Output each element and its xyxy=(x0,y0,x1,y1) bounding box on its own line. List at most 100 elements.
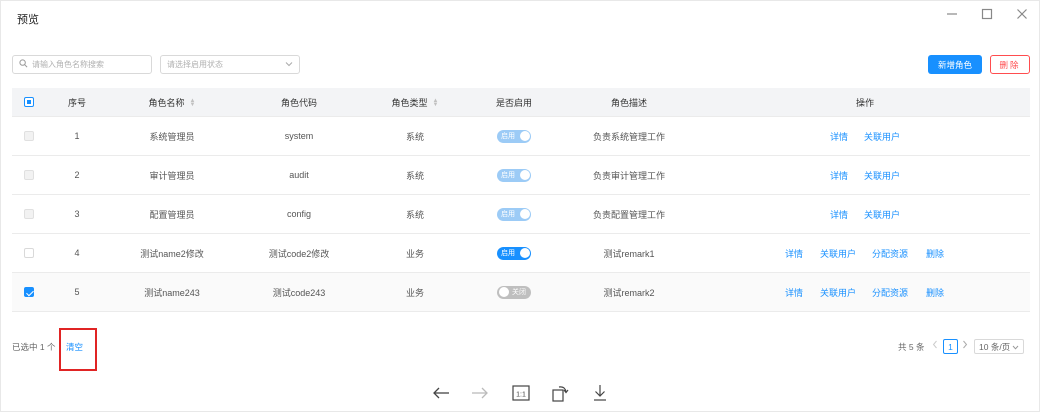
assign-resource-link[interactable]: 分配资源 xyxy=(872,286,908,299)
header-type-label: 角色类型 xyxy=(391,97,428,108)
row-checkbox[interactable] xyxy=(24,248,34,258)
row-code: 测试code243 xyxy=(272,287,326,298)
header-name-label: 角色名称 xyxy=(148,97,185,108)
switch-label: 启用 xyxy=(501,172,515,179)
table-row: 2 审计管理员 audit 系统 启用 负责审计管理工作 详情 关联用户 xyxy=(12,156,1030,195)
enabled-switch[interactable]: 关闭 xyxy=(497,285,531,299)
link-user-link[interactable]: 关联用户 xyxy=(820,247,856,260)
arrow-right-icon[interactable] xyxy=(470,383,490,403)
detail-link[interactable]: 详情 xyxy=(785,286,803,299)
row-index: 4 xyxy=(74,248,80,258)
header-enabled: 是否启用 xyxy=(495,97,533,108)
row-checkbox[interactable] xyxy=(24,131,34,141)
header-index: 序号 xyxy=(67,97,87,108)
link-user-link[interactable]: 关联用户 xyxy=(820,286,856,299)
highlight-box xyxy=(59,328,97,371)
table-row: 5 测试name243 测试code243 业务 关闭 测试remark2 详情… xyxy=(12,273,1030,312)
sort-icon[interactable]: ▲ ▼ xyxy=(190,98,196,108)
detail-link[interactable]: 详情 xyxy=(830,169,848,182)
row-code: 测试code2修改 xyxy=(268,248,330,259)
table-row: 4 测试name2修改 测试code2修改 业务 启用 测试remark1 详情… xyxy=(12,234,1030,273)
row-name: 审计管理员 xyxy=(149,170,195,181)
header-desc: 角色描述 xyxy=(610,97,648,108)
row-checkbox[interactable] xyxy=(24,287,34,297)
link-user-link[interactable]: 关联用户 xyxy=(864,130,900,143)
chevron-right-icon[interactable] xyxy=(962,340,968,351)
select-all-checkbox[interactable] xyxy=(24,97,34,107)
arrow-left-icon[interactable] xyxy=(431,383,451,403)
selected-count: 已选中 1 个 xyxy=(12,342,56,352)
row-desc: 测试remark1 xyxy=(603,248,655,259)
enabled-switch[interactable]: 启用 xyxy=(497,168,531,182)
switch-label: 启用 xyxy=(501,211,515,218)
detail-link[interactable]: 详情 xyxy=(785,247,803,260)
page-size-value: 10 条/页 xyxy=(979,341,1011,352)
row-type: 业务 xyxy=(405,287,425,298)
row-delete-link[interactable]: 删除 xyxy=(926,247,944,260)
row-code: config xyxy=(286,209,312,219)
row-desc: 负责审计管理工作 xyxy=(592,170,666,181)
header-type[interactable]: 角色类型 ▲ ▼ xyxy=(392,96,439,109)
actual-size-icon[interactable]: 1:1 xyxy=(511,383,531,403)
row-checkbox[interactable] xyxy=(24,170,34,180)
table-row: 3 配置管理员 config 系统 启用 负责配置管理工作 详情 关联用户 xyxy=(12,195,1030,234)
close-icon[interactable] xyxy=(1013,6,1031,22)
link-user-link[interactable]: 关联用户 xyxy=(864,169,900,182)
status-select[interactable]: 请选择启用状态 xyxy=(160,55,300,74)
switch-label: 启用 xyxy=(501,133,515,140)
row-type: 业务 xyxy=(405,248,425,259)
row-type: 系统 xyxy=(405,131,425,142)
row-index: 3 xyxy=(74,209,80,219)
enabled-switch[interactable]: 启用 xyxy=(497,207,531,221)
enabled-switch[interactable]: 启用 xyxy=(497,246,531,260)
header-name[interactable]: 角色名称 ▲ ▼ xyxy=(149,96,196,109)
row-name: 配置管理员 xyxy=(149,209,195,220)
row-index: 5 xyxy=(74,287,80,297)
switch-label: 启用 xyxy=(501,250,515,257)
row-type: 系统 xyxy=(405,170,425,181)
add-role-button[interactable]: 新增角色 xyxy=(928,55,982,74)
preview-window: 预览 请选择启用状态 新增角色 删除 序号 角色名称 ▲▼ 角色代码 角色类型 ▲▼… xyxy=(0,0,1040,412)
table-header: 序号 角色名称 ▲ ▼ 角色代码 角色类型 ▲ ▼ 是否启用 角色描述 操作 xyxy=(12,88,1030,117)
detail-link[interactable]: 详情 xyxy=(830,130,848,143)
row-index: 1 xyxy=(74,131,80,141)
window-title: 预览 xyxy=(17,14,39,26)
switch-label: 关闭 xyxy=(512,289,526,296)
row-index: 2 xyxy=(74,170,80,180)
chevron-down-icon xyxy=(1012,342,1019,352)
row-desc: 负责系统管理工作 xyxy=(592,131,666,142)
rotate-icon[interactable] xyxy=(550,383,570,403)
search-input[interactable] xyxy=(32,60,142,69)
header-ops: 操作 xyxy=(855,97,875,108)
status-select-placeholder: 请选择启用状态 xyxy=(167,60,223,69)
search-icon xyxy=(19,59,28,70)
row-name: 测试name243 xyxy=(144,287,200,298)
table-row: 1 系统管理员 system 系统 启用 负责系统管理工作 详情 关联用户 xyxy=(12,117,1030,156)
row-code: system xyxy=(284,131,314,141)
page-size-select[interactable]: 10 条/页 xyxy=(974,339,1024,354)
chevron-left-icon[interactable] xyxy=(932,340,938,351)
assign-resource-link[interactable]: 分配资源 xyxy=(872,247,908,260)
row-name: 系统管理员 xyxy=(149,131,195,142)
row-type: 系统 xyxy=(405,209,425,220)
pagination-total: 共 5 条 xyxy=(898,342,925,352)
maximize-icon[interactable] xyxy=(978,6,996,22)
minimize-icon[interactable] xyxy=(943,6,961,22)
download-icon[interactable] xyxy=(590,383,610,403)
row-delete-link[interactable]: 删除 xyxy=(926,286,944,299)
role-table: 序号 角色名称 ▲ ▼ 角色代码 角色类型 ▲ ▼ 是否启用 角色描述 操作 1 系统管… xyxy=(12,88,1030,312)
sort-icon[interactable]: ▲ ▼ xyxy=(433,98,439,108)
row-code: audit xyxy=(289,170,309,180)
row-desc: 负责配置管理工作 xyxy=(592,209,666,220)
enabled-switch[interactable]: 启用 xyxy=(497,129,531,143)
svg-text:1:1: 1:1 xyxy=(516,392,526,399)
chevron-down-icon xyxy=(285,60,293,69)
pagination-page-1[interactable]: 1 xyxy=(943,339,958,354)
row-desc: 测试remark2 xyxy=(603,287,655,298)
delete-button[interactable]: 删除 xyxy=(990,55,1030,74)
link-user-link[interactable]: 关联用户 xyxy=(864,208,900,221)
row-checkbox[interactable] xyxy=(24,209,34,219)
row-name: 测试name2修改 xyxy=(140,248,204,259)
role-name-search[interactable] xyxy=(12,55,152,74)
detail-link[interactable]: 详情 xyxy=(830,208,848,221)
